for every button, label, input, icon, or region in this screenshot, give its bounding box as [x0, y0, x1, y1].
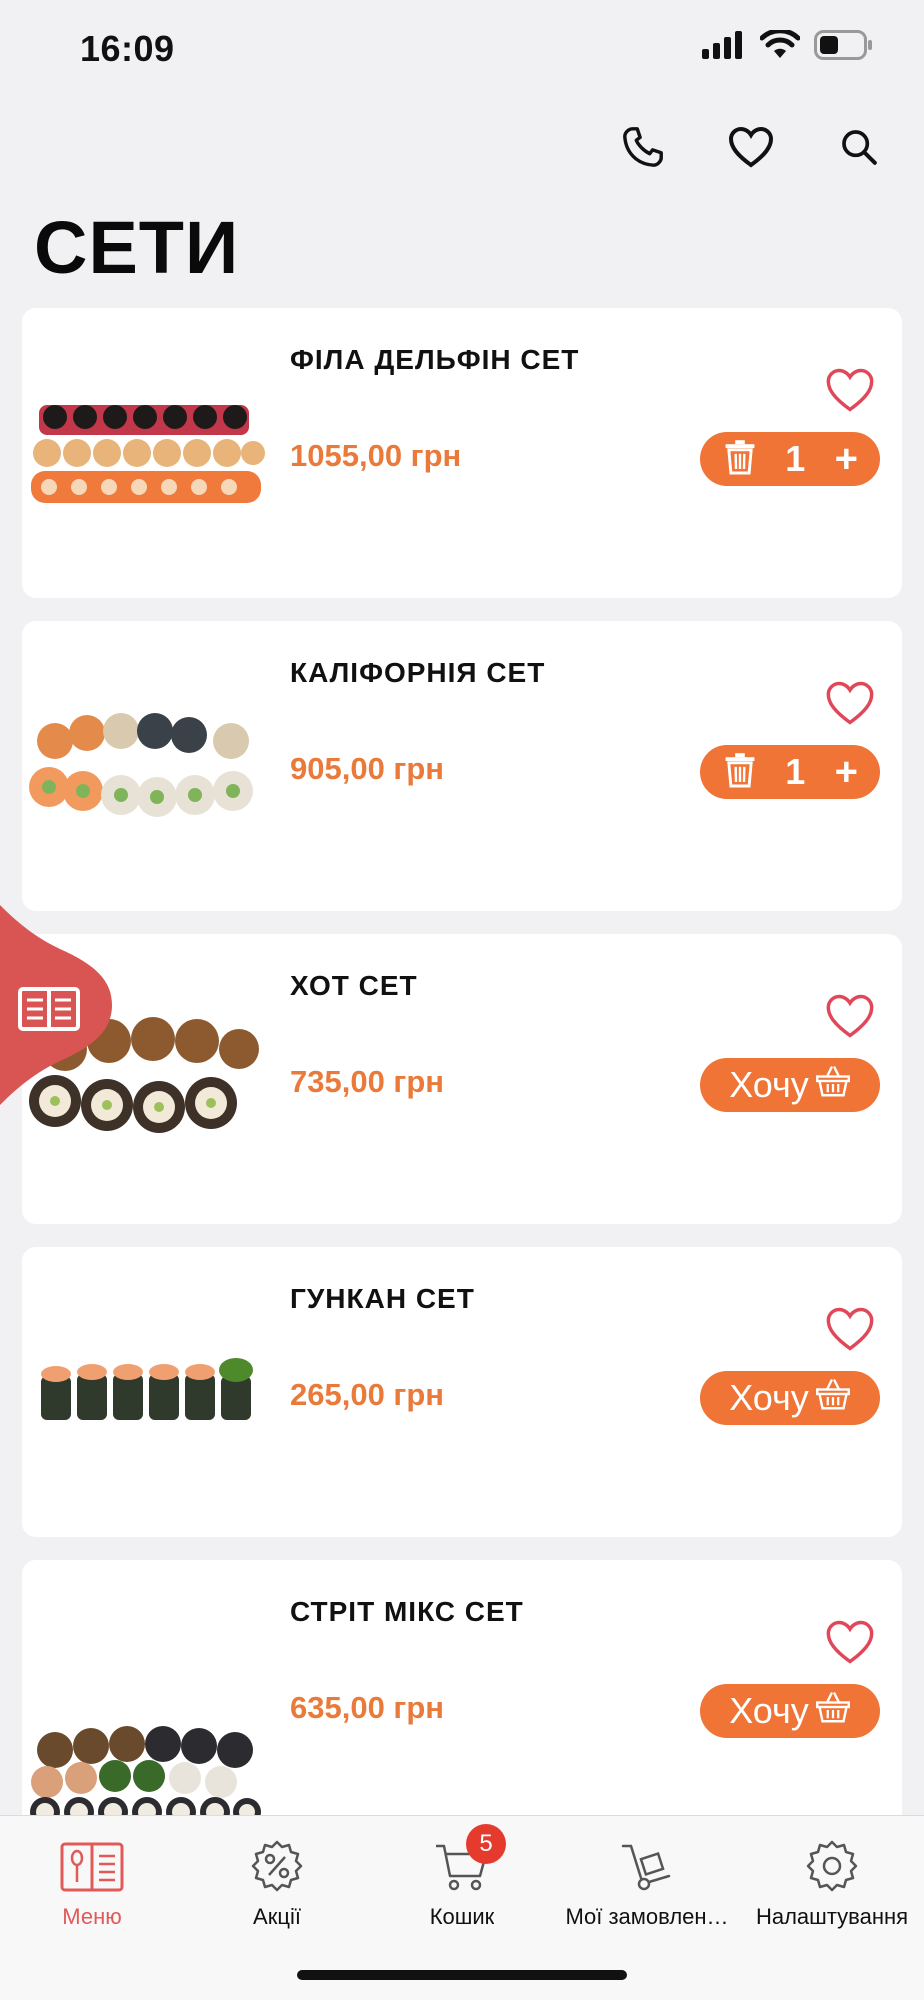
status-icons: [702, 28, 874, 65]
add-to-cart-label: Хочу: [729, 1377, 809, 1418]
basket-icon: [815, 1064, 851, 1107]
trash-icon[interactable]: [724, 439, 756, 480]
product-name: КАЛІФОРНІЯ СЕТ: [290, 657, 546, 688]
hand-truck-icon: [619, 1834, 675, 1898]
percent-gear-icon: [249, 1834, 305, 1898]
add-to-cart-button[interactable]: Хочу: [700, 1058, 880, 1112]
tab-label: Кошик: [429, 1904, 495, 1929]
menu-book-icon: [59, 1834, 125, 1898]
favorite-heart-icon[interactable]: [824, 992, 876, 1040]
quantity-value: 1: [785, 751, 806, 792]
cart-icon: 5: [434, 1824, 506, 1898]
search-icon[interactable]: [830, 118, 888, 176]
product-image: [22, 621, 268, 911]
status-time: 16:09: [80, 28, 175, 69]
side-menu-tab[interactable]: [0, 905, 115, 1105]
product-name: ФІЛА ДЕЛЬФІН СЕТ: [290, 344, 580, 375]
plus-button[interactable]: +: [835, 439, 858, 479]
tab-label: Меню: [62, 1904, 122, 1929]
page-title: СЕТИ: [34, 206, 240, 289]
tab-label: Мої замовлен…: [565, 1904, 729, 1929]
product-list: ФІЛА ДЕЛЬФІН СЕТ 1055,00 грн 1 + КАЛІФОР…: [22, 308, 902, 1873]
trash-icon[interactable]: [724, 752, 756, 793]
product-price: 635,00 грн: [290, 1690, 445, 1725]
status-bar: 16:09: [0, 0, 924, 100]
plus-button[interactable]: +: [835, 752, 858, 792]
tab-settings[interactable]: Налаштування: [740, 1816, 924, 1936]
add-to-cart-button[interactable]: Хочу: [700, 1371, 880, 1425]
product-card[interactable]: СТРІТ МІКС СЕТ 635,00 грн Хочу: [22, 1560, 902, 1850]
product-price: 265,00 грн: [290, 1377, 445, 1412]
top-actions: [614, 118, 888, 176]
product-image: [22, 1560, 268, 1850]
product-card[interactable]: ГУНКАН СЕТ 265,00 грн Хочу: [22, 1247, 902, 1537]
tab-promotions[interactable]: Акції: [185, 1816, 369, 1936]
tab-label: Акції: [253, 1904, 301, 1929]
signal-icon: [702, 31, 746, 64]
product-price: 1055,00 грн: [290, 438, 462, 473]
add-to-cart-button[interactable]: Хочу: [700, 1684, 880, 1738]
add-to-cart-label: Хочу: [729, 1690, 809, 1731]
home-indicator: [297, 1970, 627, 1980]
favorite-heart-icon[interactable]: [824, 679, 876, 727]
quantity-stepper: 1 +: [700, 432, 880, 486]
product-card[interactable]: ХОТ СЕТ 735,00 грн Хочу: [22, 934, 902, 1224]
favorite-heart-icon[interactable]: [824, 1305, 876, 1353]
basket-icon: [815, 1690, 851, 1733]
heart-icon[interactable]: [722, 118, 780, 176]
quantity-value: 1: [785, 438, 806, 479]
product-image: [22, 308, 268, 598]
product-price: 905,00 грн: [290, 751, 445, 786]
product-image: [22, 1247, 268, 1537]
tab-orders[interactable]: Мої замовлен…: [555, 1816, 739, 1936]
favorite-heart-icon[interactable]: [824, 366, 876, 414]
add-to-cart-label: Хочу: [729, 1064, 809, 1105]
cart-badge: 5: [466, 1824, 506, 1864]
basket-icon: [815, 1377, 851, 1420]
quantity-stepper: 1 +: [700, 745, 880, 799]
product-card[interactable]: ФІЛА ДЕЛЬФІН СЕТ 1055,00 грн 1 +: [22, 308, 902, 598]
tab-menu[interactable]: Меню: [0, 1816, 184, 1936]
phone-icon[interactable]: [614, 118, 672, 176]
product-name: ГУНКАН СЕТ: [290, 1283, 475, 1314]
product-price: 735,00 грн: [290, 1064, 445, 1099]
tab-cart[interactable]: 5 Кошик: [370, 1816, 554, 1936]
product-name: СТРІТ МІКС СЕТ: [290, 1596, 524, 1627]
settings-icon: [804, 1834, 860, 1898]
product-card[interactable]: КАЛІФОРНІЯ СЕТ 905,00 грн 1 +: [22, 621, 902, 911]
wifi-icon: [759, 28, 801, 65]
battery-icon: [814, 30, 874, 65]
product-name: ХОТ СЕТ: [290, 970, 418, 1001]
favorite-heart-icon[interactable]: [824, 1618, 876, 1666]
tab-label: Налаштування: [755, 1904, 909, 1929]
